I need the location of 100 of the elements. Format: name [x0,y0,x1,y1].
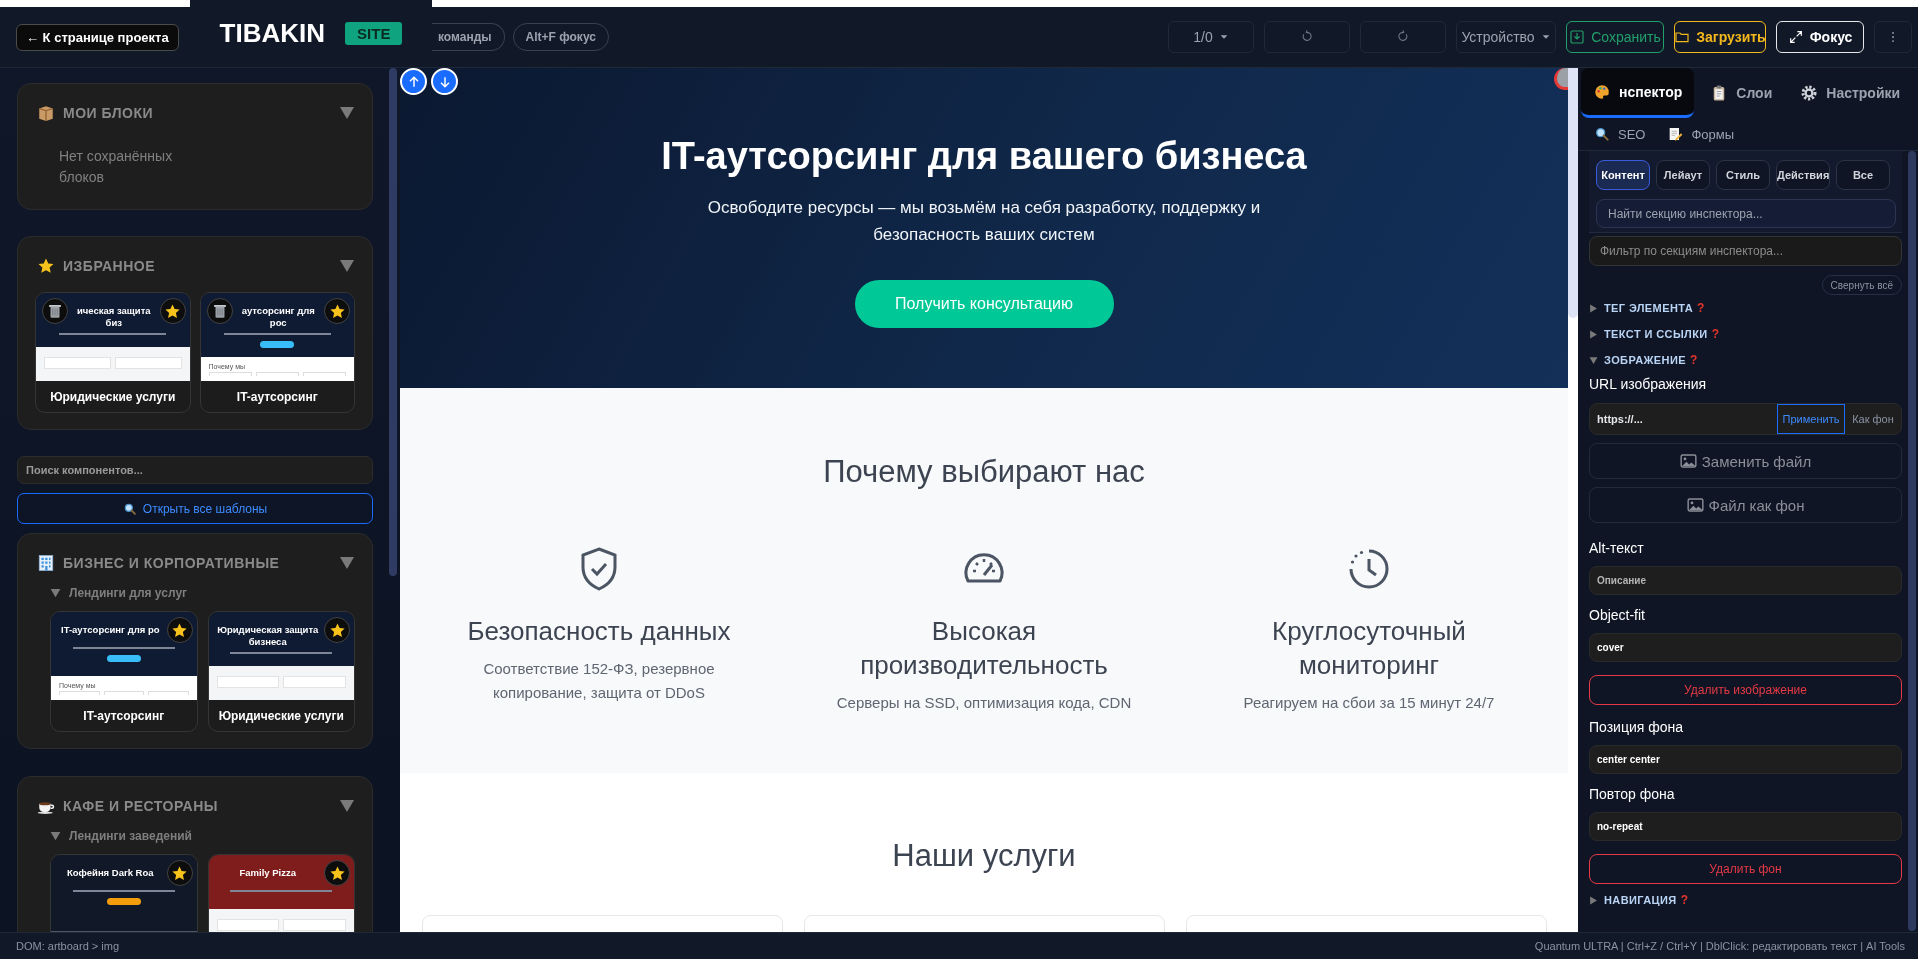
template-card[interactable]: Юридическая защита бизнеса Юридические услуги [207,611,355,732]
filter-chip[interactable]: Контент [1596,160,1650,190]
as-background-button[interactable]: Как фон [1845,404,1901,434]
collapse-icon[interactable] [339,259,355,273]
favorite-button[interactable] [324,860,350,886]
group-toggle[interactable]: Лендинги заведений [50,826,355,846]
url-field[interactable]: https://... Применить Как фон [1589,403,1902,435]
star-icon [37,257,55,275]
upload-button[interactable]: Заменить файл [1589,443,1902,479]
text-field[interactable]: cover [1589,633,1902,662]
favorite-button[interactable] [324,617,350,643]
search-field[interactable]: Поиск компонентов... [17,456,373,484]
field-label: Object-fit [1589,606,1646,625]
image-icon [1679,454,1697,468]
delete-button[interactable] [206,298,233,324]
preview-field [283,919,346,931]
device-select[interactable]: Устройство [1456,21,1556,53]
section-toggle[interactable]: ТЕКСТ И ССЫЛКИ ? [1589,321,1902,347]
feature-title: Круглосуточный мониторинг [1271,615,1467,682]
preview-card [103,691,144,695]
folder-icon [1674,29,1691,45]
feature-title: Безопасность данных [466,615,732,648]
delete-button[interactable]: Удалить изображение [1589,675,1902,705]
focus-button[interactable]: Фокус [1776,21,1864,53]
preview-title: Family Pizza [238,866,297,879]
collapse-icon[interactable] [339,106,355,120]
shortcut-chip[interactable]: команды [432,23,505,51]
section-title: МОИ БЛОКИ [63,105,155,121]
preview-title: Юридическая защита бизнеса [216,623,320,648]
template-card[interactable]: ическая защита биз Юридические услуги [35,292,191,413]
star-icon [328,864,346,882]
text-field[interactable]: Описание [1589,566,1902,595]
field-label: Позиция фона [1589,718,1685,737]
page-select[interactable]: 1/0 [1168,21,1254,53]
shortcut-hints: Quantum ULTRA | Ctrl+Z / Ctrl+Y | DblClick: редактировать текст | AI Tools [1534,940,1905,952]
filter-chip[interactable]: Лейаут [1656,160,1710,190]
preview-card [255,372,299,376]
hero-subtitle: Освободите ресурсы — мы возьмём на себя разработку, поддержку и безопасность ваших систем [706,197,1262,246]
filter-chip[interactable]: Стиль [1716,160,1770,190]
shortcut-chip[interactable]: Alt+F фокус [512,23,609,51]
load-button[interactable]: Загрузить [1674,21,1766,53]
panel-tab[interactable]: нспектор [1581,68,1695,118]
scrollbar-thumb[interactable] [1568,68,1578,318]
template-card[interactable]: Кофейня Dark Roa [50,854,198,932]
panel-tab[interactable]: Слои [1698,68,1785,118]
panel-tab[interactable]: SEO [1590,118,1650,150]
save-icon [1569,29,1586,45]
group-toggle[interactable]: Лендинги для услуг [50,583,355,603]
panel-tab[interactable]: Настройки [1788,68,1913,118]
apply-button[interactable]: Применить [1777,404,1845,434]
open-templates-button[interactable]: Открыть все шаблоны [17,493,373,524]
section-heading: Наши услуги [891,837,1077,875]
template-card[interactable]: Family Pizza [207,854,355,932]
template-name: IT-аутсорсинг [235,388,319,406]
feature-title: Высокая производительность [859,615,1109,682]
star-icon [171,621,188,639]
filter-chip[interactable]: Все [1836,160,1890,190]
text-field[interactable]: center center [1589,745,1902,774]
back-button[interactable]: ← К странице проекта [16,23,179,51]
section-heading: Почему выбирают нас [822,453,1146,491]
delete-button[interactable] [42,298,68,324]
save-button[interactable]: Сохранить [1566,21,1664,53]
preview-card [302,372,346,376]
section-title: БИЗНЕС И КОРПОРАТИВНЫЕ [63,555,281,571]
feature-text: Серверы на SSD, оптимизация кода, CDN [835,693,1133,713]
preview-title: аутсорсинг для рос [240,304,316,329]
favorite-button[interactable] [166,860,193,886]
favorite-button[interactable] [166,617,193,643]
feature-text: Реагируем на сбои за 15 минут 24/7 [1242,693,1496,713]
feature-text: Соответствие 152-ФЗ, резервное копирование, защита от DDoS [482,659,716,703]
collapse-icon[interactable] [339,556,355,570]
section-title: ИЗБРАННОЕ [63,258,157,274]
filter-field[interactable]: Фильтр по секциям инспектора... [1589,236,1902,266]
text-field[interactable]: no-repeat [1589,812,1902,841]
star-icon [171,864,188,882]
expand-icon [1787,29,1804,45]
upload-button[interactable]: Файл как фон [1589,487,1902,523]
search-field[interactable]: Найти секцию инспектора... [1596,199,1896,228]
search-icon [1594,126,1610,142]
field-label: Повтор фона [1589,785,1676,804]
preview-card [208,372,252,376]
preview-field [216,919,280,931]
scrollbar-thumb[interactable] [1908,151,1916,931]
dom-path: DOM: artboard > img [16,940,119,952]
section-toggle[interactable]: ЗОБРАЖЕНИЕ ? [1589,347,1902,373]
field-label: URL изображения [1589,375,1708,394]
scrollbar-thumb[interactable] [389,68,397,576]
favorite-button[interactable] [324,298,350,324]
section-toggle[interactable]: НАВИГАЦИЯ ? [1589,887,1902,913]
search-icon [122,501,137,516]
filter-chip[interactable]: Действия [1776,160,1830,190]
preview-title: IT-аутсорсинг для ро [60,623,161,636]
preview-field [283,676,346,688]
panel-tab[interactable]: Формы [1663,118,1739,150]
collapse-icon[interactable] [339,799,355,813]
favorite-button[interactable] [159,298,186,324]
building-icon [37,554,55,572]
section-toggle[interactable]: ТЕГ ЭЛЕМЕНТА ? [1589,295,1902,321]
delete-button[interactable]: Удалить фон [1589,854,1902,884]
settings-icon [1800,84,1819,102]
